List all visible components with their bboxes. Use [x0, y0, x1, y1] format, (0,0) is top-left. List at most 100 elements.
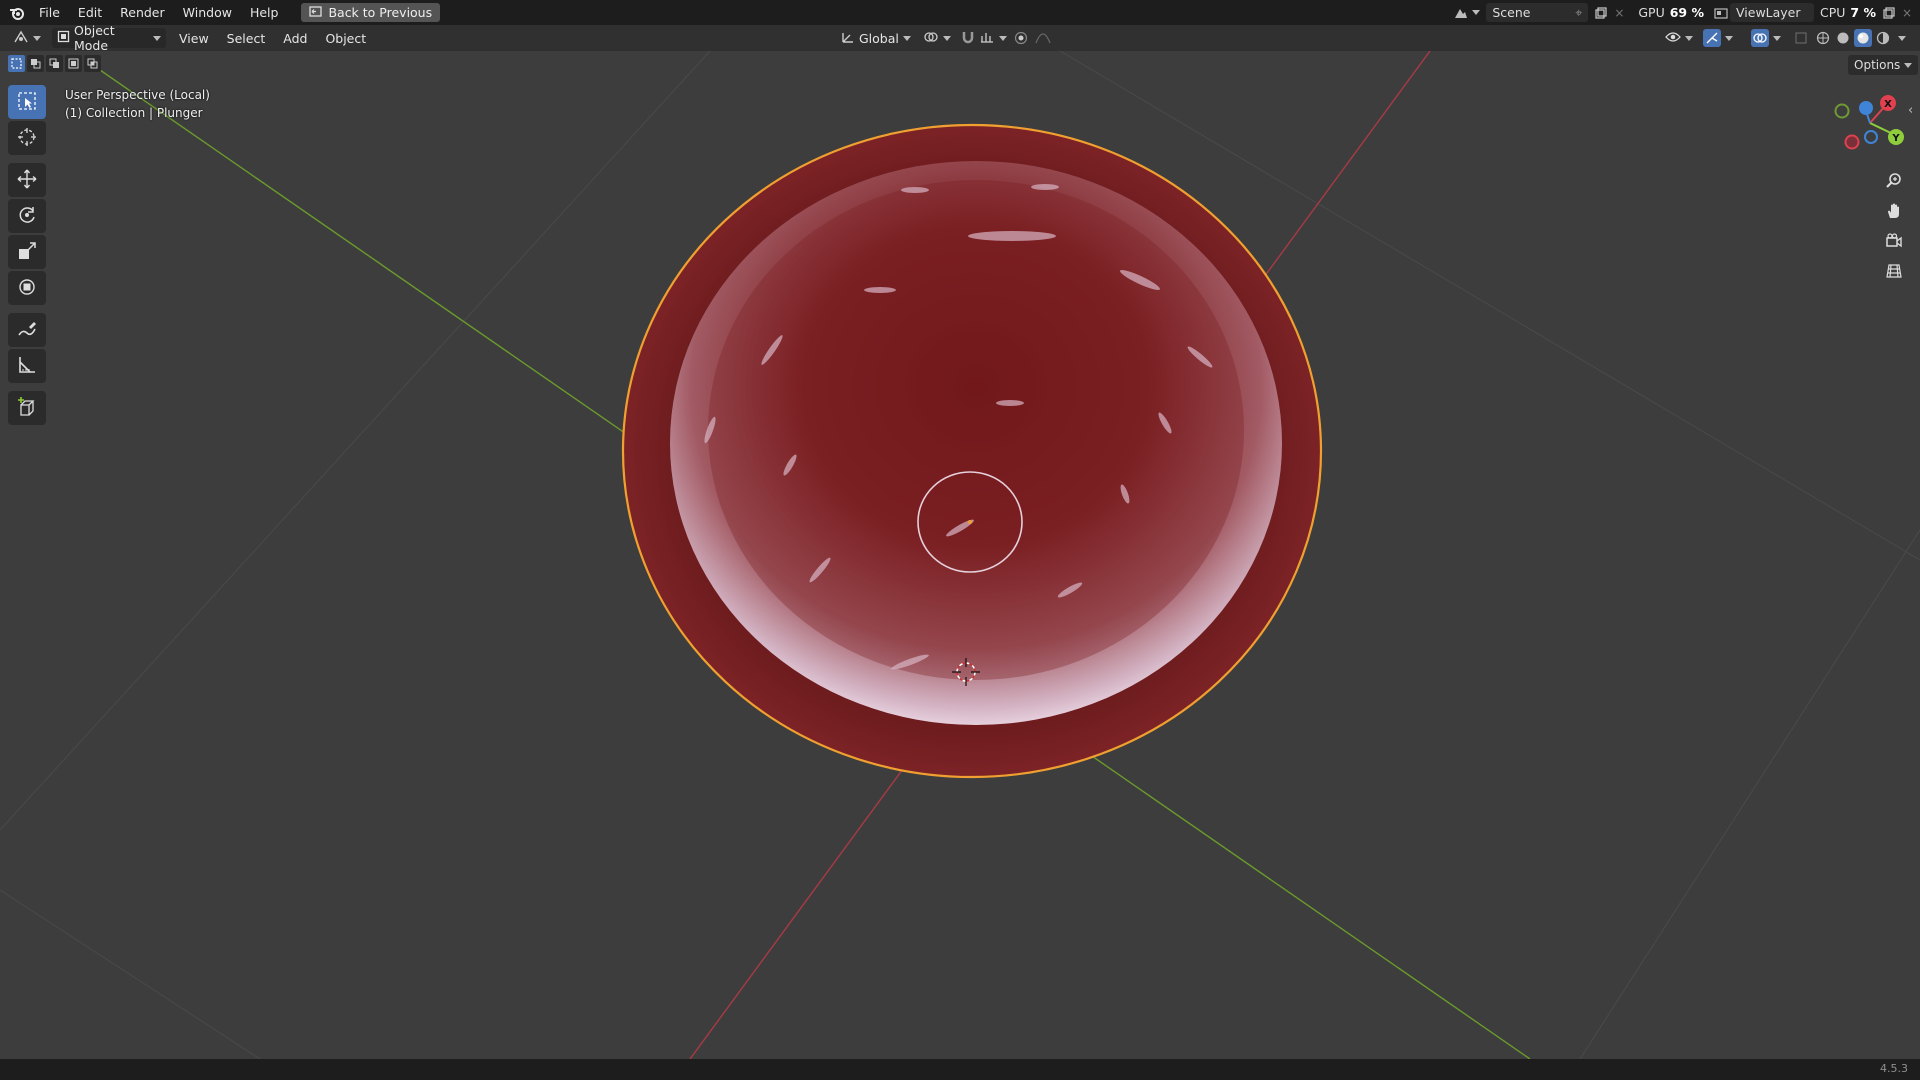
back-icon [309, 5, 323, 20]
status-bar: 4.5.3 [0, 1059, 1920, 1080]
xray-toggle-icon[interactable] [1792, 29, 1810, 47]
negative-z-axis-icon[interactable] [1864, 130, 1878, 144]
pivot-point-selector[interactable] [918, 28, 956, 48]
material-preview-shading-icon[interactable] [1854, 29, 1872, 47]
add-cube-tool[interactable] [8, 391, 46, 425]
menu-object[interactable]: Object [316, 26, 375, 51]
transform-icon [17, 277, 37, 300]
solid-shading-icon[interactable] [1834, 29, 1852, 47]
pin-icon[interactable]: ⌖ [1575, 5, 1582, 21]
menu-render[interactable]: Render [111, 0, 174, 25]
options-dropdown[interactable]: Options [1848, 55, 1919, 75]
perspective-toggle-button[interactable] [1880, 258, 1908, 286]
zoom-icon [1885, 172, 1903, 193]
measure-icon [17, 355, 37, 378]
gpu-label: GPU [1638, 5, 1665, 20]
pan-button[interactable] [1880, 198, 1908, 226]
blender-logo-icon[interactable] [4, 0, 30, 25]
visibility-selector[interactable] [1660, 28, 1698, 48]
orientation-icon [841, 30, 855, 47]
viewport-scene [0, 51, 1920, 1059]
menu-add[interactable]: Add [274, 26, 316, 51]
cursor-tool[interactable] [8, 121, 46, 155]
select-box-tool[interactable] [8, 85, 46, 119]
move-tool[interactable] [8, 163, 46, 197]
select-extend-icon[interactable] [27, 55, 44, 72]
menu-select[interactable]: Select [218, 26, 275, 51]
chevron-down-icon [153, 35, 161, 41]
negative-y-axis-icon[interactable] [1834, 103, 1850, 119]
menu-file[interactable]: File [30, 0, 69, 25]
zoom-button[interactable] [1880, 168, 1908, 196]
transform-tool[interactable] [8, 271, 46, 305]
chevron-down-icon [1472, 10, 1481, 15]
wireframe-shading-icon[interactable] [1814, 29, 1832, 47]
scene-field[interactable]: Scene ⌖ [1486, 3, 1589, 22]
viewport-info-overlay: User Perspective (Local) (1) Collection … [65, 86, 210, 122]
close-scene-icon[interactable]: × [1610, 4, 1628, 22]
menu-window[interactable]: Window [174, 0, 241, 25]
annotate-tool[interactable] [8, 313, 46, 347]
rotate-tool[interactable] [8, 199, 46, 233]
camera-view-button[interactable] [1880, 228, 1908, 256]
perspective-label: User Perspective (Local) [65, 88, 210, 102]
measure-tool[interactable] [8, 349, 46, 383]
scene-selector-icon[interactable] [1452, 4, 1470, 22]
new-scene-icon[interactable] [1592, 4, 1610, 22]
eye-icon [1665, 31, 1681, 46]
chevron-down-icon [999, 35, 1007, 41]
x-axis-label: X [1884, 99, 1892, 110]
close-viewlayer-icon[interactable]: × [1898, 4, 1916, 22]
select-invert-icon[interactable] [65, 55, 82, 72]
gizmo-icon [1703, 29, 1721, 47]
select-new-icon[interactable] [8, 55, 25, 72]
back-to-previous-label: Back to Previous [328, 5, 433, 20]
viewlayer-field[interactable]: ViewLayer [1730, 3, 1814, 22]
snap-increment-icon [979, 30, 995, 47]
select-box-icon [17, 91, 37, 114]
select-subtract-icon[interactable] [46, 55, 63, 72]
hand-icon [1885, 202, 1903, 223]
menu-view[interactable]: View [170, 26, 218, 51]
scene-name: Scene [1492, 5, 1531, 20]
shading-options-chevron-icon[interactable] [1898, 36, 1906, 41]
chevron-down-icon [943, 35, 951, 41]
snap-target-selector[interactable] [974, 28, 1012, 48]
collection-label: (1) Collection | Plunger [65, 106, 203, 120]
overlays-toggle[interactable] [1746, 28, 1786, 48]
back-to-previous-button[interactable]: Back to Previous [301, 3, 441, 22]
rendered-shading-icon[interactable] [1874, 29, 1892, 47]
y-axis-label: Y [1891, 133, 1900, 144]
editor-type-selector[interactable] [8, 28, 46, 48]
proportional-editing-icon[interactable] [1012, 29, 1030, 47]
move-icon [17, 169, 37, 192]
scale-tool[interactable] [8, 235, 46, 269]
gizmo-toggle[interactable] [1698, 28, 1738, 48]
3d-viewport-icon [13, 30, 29, 47]
new-viewlayer-icon[interactable] [1880, 4, 1898, 22]
viewport-header: Object Mode View Select Add Object Globa… [0, 23, 1920, 53]
viewport-navigation-controls [1880, 168, 1914, 288]
menu-help[interactable]: Help [241, 0, 288, 25]
menu-edit[interactable]: Edit [69, 0, 111, 25]
navigation-gizmo[interactable]: X Y [1826, 91, 1906, 161]
falloff-icon[interactable] [1034, 29, 1052, 47]
negative-x-axis-icon[interactable] [1844, 134, 1860, 150]
annotate-icon [17, 319, 37, 342]
z-axis-icon[interactable] [1859, 101, 1873, 115]
pivot-icon [923, 30, 939, 47]
mode-selector[interactable]: Object Mode [52, 23, 166, 53]
viewlayer-selector-icon[interactable] [1712, 4, 1730, 22]
top-right-controls: Scene ⌖ × GPU 69 % ViewLayer CPU 7 % × [1452, 0, 1920, 25]
gpu-indicator: GPU 69 % [1638, 5, 1704, 20]
gpu-value: 69 % [1669, 5, 1704, 20]
3d-viewport[interactable]: X Y ‹ [0, 51, 1920, 1059]
sidebar-toggle-chevron-icon[interactable]: ‹ [1908, 103, 1913, 118]
mode-label: Object Mode [74, 23, 115, 53]
selection-mode-group [8, 55, 101, 72]
orientation-selector[interactable]: Global [836, 28, 916, 48]
select-intersect-icon[interactable] [84, 55, 101, 72]
grid-perspective-icon [1885, 262, 1903, 283]
top-menu-bar: File Edit Render Window Help Back to Pre… [0, 0, 1920, 25]
chevron-down-icon [1685, 35, 1693, 41]
